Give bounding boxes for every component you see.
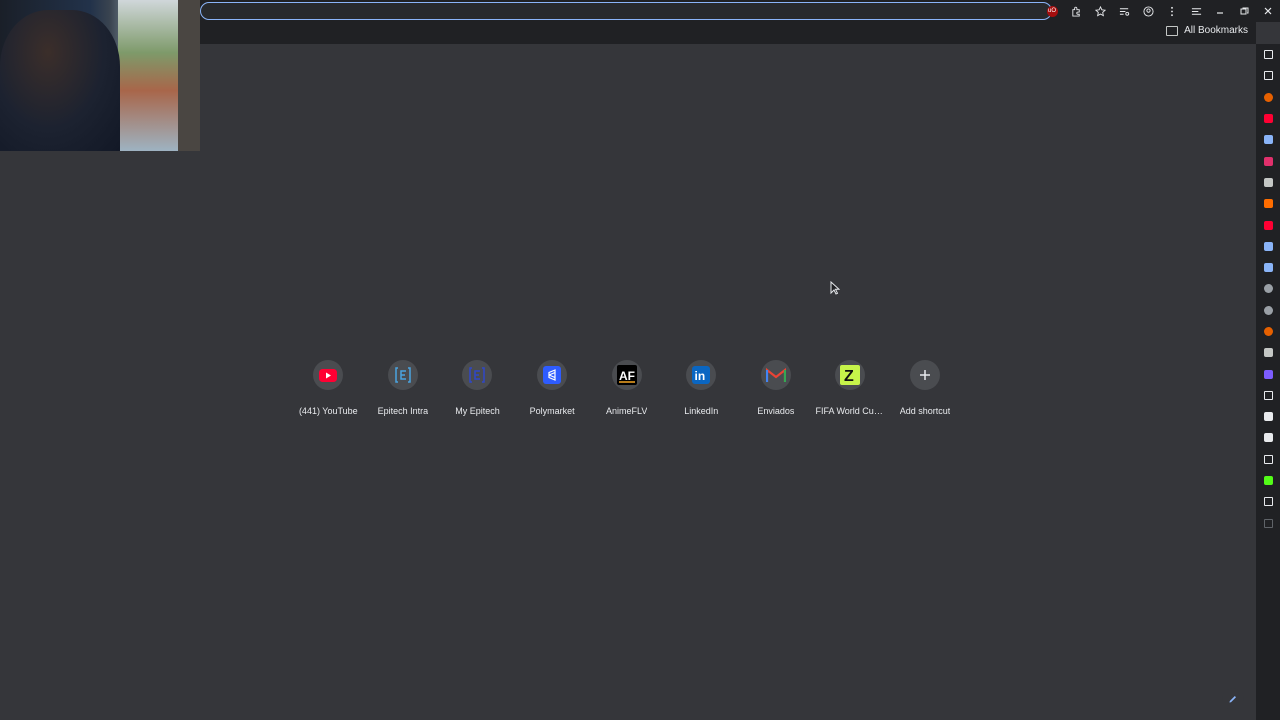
shortcut-label: Add shortcut <box>899 406 951 416</box>
fifa-icon: Z <box>835 360 866 390</box>
bookmark-star-icon[interactable] <box>1088 0 1112 22</box>
shortcut-youtube[interactable]: (441) YouTube <box>291 360 366 416</box>
shortcut-linkedin[interactable]: in LinkedIn <box>664 360 739 416</box>
mail-icon[interactable] <box>1256 427 1280 448</box>
youtube-icon[interactable] <box>1256 214 1280 235</box>
gemini-icon[interactable] <box>1256 236 1280 257</box>
kick-icon[interactable] <box>1256 470 1280 491</box>
capcut-icon[interactable] <box>1256 385 1280 406</box>
animeflv-icon: AF <box>611 360 642 390</box>
firefox-icon[interactable] <box>1256 321 1280 342</box>
mail-icon[interactable] <box>1256 406 1280 427</box>
mouse-cursor <box>830 280 841 300</box>
shortcut-epitech-intra[interactable]: Epitech Intra <box>366 360 441 416</box>
linkedin-icon: in <box>686 360 717 390</box>
shortcut-label: LinkedIn <box>684 406 719 416</box>
shortcut-label: FIFA World Cup... <box>815 406 886 416</box>
shortcut-gmail[interactable]: Enviados <box>739 360 814 416</box>
firefox-icon[interactable] <box>1256 87 1280 108</box>
menu-icon[interactable] <box>1160 0 1184 22</box>
epitech-intra-icon <box>387 360 418 390</box>
address-bar[interactable] <box>200 2 1052 20</box>
youtube-icon <box>313 360 344 390</box>
gemini-icon[interactable] <box>1256 257 1280 278</box>
x-icon[interactable] <box>1256 65 1280 86</box>
toolbar-icons: uO <box>1040 0 1280 22</box>
trash-icon[interactable] <box>1256 172 1280 193</box>
webcam-door-frame <box>178 0 200 151</box>
profile-icon[interactable] <box>1136 0 1160 22</box>
instagram-icon[interactable] <box>1256 150 1280 171</box>
customize-edit-button[interactable] <box>1222 688 1244 710</box>
ublock-icon[interactable]: uO <box>1040 0 1064 22</box>
shortcut-label: Enviados <box>757 406 795 416</box>
svg-text:Z: Z <box>844 368 854 385</box>
shortcut-fifa[interactable]: Z FIFA World Cup... <box>813 360 888 416</box>
svg-text:AF: AF <box>619 369 635 383</box>
shortcut-label: Polymarket <box>529 406 575 416</box>
shortcut-label: (441) YouTube <box>298 406 358 416</box>
all-bookmarks-button[interactable]: All Bookmarks <box>1166 25 1248 36</box>
shortcut-add[interactable]: Add shortcut <box>888 360 963 416</box>
my-epitech-icon <box>462 360 493 390</box>
shortcut-animeflv[interactable]: AF AnimeFLV <box>589 360 664 416</box>
capcut-icon[interactable] <box>1256 449 1280 470</box>
gmail-icon <box>760 360 791 390</box>
shortcut-label: AnimeFLV <box>605 406 648 416</box>
shortcut-label: My Epitech <box>455 406 500 416</box>
all-bookmarks-label: All Bookmarks <box>1184 25 1248 36</box>
webcam-overlay <box>0 0 200 151</box>
globe-icon[interactable] <box>1256 300 1280 321</box>
webcam-person <box>0 10 120 151</box>
shortcuts-grid: (441) YouTube Epitech Intra My Epitech P… <box>291 360 962 416</box>
add-icon[interactable] <box>1256 513 1280 534</box>
x-icon[interactable] <box>1256 44 1280 65</box>
asterisk-icon[interactable] <box>1256 491 1280 512</box>
shortcut-polymarket[interactable]: Polymarket <box>515 360 590 416</box>
folder-icon <box>1166 25 1179 36</box>
pencil-icon <box>1229 696 1236 703</box>
proton-mail-icon[interactable] <box>1256 363 1280 384</box>
gemini-icon[interactable] <box>1256 129 1280 150</box>
shortcut-label: Epitech Intra <box>377 406 429 416</box>
side-panel <box>1256 44 1280 720</box>
close-icon[interactable] <box>1256 0 1280 22</box>
shortcut-my-epitech[interactable]: My Epitech <box>440 360 515 416</box>
youtube-icon[interactable] <box>1256 108 1280 129</box>
notes-icon[interactable] <box>1256 342 1280 363</box>
tab-search-icon[interactable] <box>1112 0 1136 22</box>
extensions-icon[interactable] <box>1064 0 1088 22</box>
globe-icon[interactable] <box>1256 278 1280 299</box>
orange-app-icon[interactable] <box>1256 193 1280 214</box>
polymarket-icon <box>537 360 568 390</box>
plus-icon <box>910 360 941 390</box>
minimize-icon[interactable] <box>1208 0 1232 22</box>
side-panel-icon[interactable] <box>1184 0 1208 22</box>
svg-text:in: in <box>695 369 706 383</box>
restore-icon[interactable] <box>1232 0 1256 22</box>
